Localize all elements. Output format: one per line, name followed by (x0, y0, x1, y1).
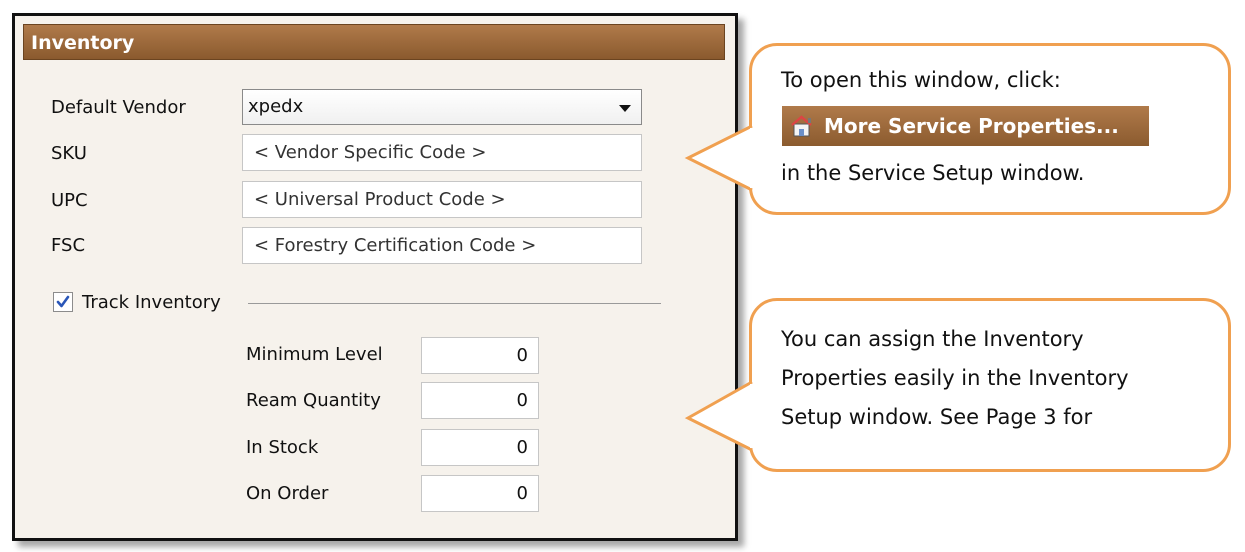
upc-label: UPC (51, 190, 88, 211)
default-vendor-label: Default Vendor (51, 97, 186, 118)
inventory-panel: Inventory Default Vendor xpedx SKU < Ven… (12, 13, 738, 541)
on-order-label: On Order (246, 483, 329, 504)
callout-top-pointer (684, 124, 756, 192)
ream-quantity-input[interactable]: 0 (421, 382, 539, 419)
callout-top: To open this window, click: More Service… (749, 43, 1231, 215)
in-stock-input[interactable]: 0 (421, 429, 539, 466)
minimum-level-label: Minimum Level (246, 344, 383, 365)
dropdown-arrow-icon[interactable] (619, 105, 631, 112)
more-service-properties-button: More Service Properties... (782, 106, 1149, 146)
fsc-input[interactable]: < Forestry Certification Code > (242, 227, 642, 264)
callout-bottom: You can assign the Inventory Properties … (749, 298, 1231, 472)
ream-quantity-label: Ream Quantity (246, 390, 381, 411)
on-order-input[interactable]: 0 (421, 475, 539, 512)
sku-input[interactable]: < Vendor Specific Code > (242, 134, 642, 171)
callout-top-line3: in the Service Setup window. (781, 161, 1085, 185)
upc-input[interactable]: < Universal Product Code > (242, 181, 642, 218)
fsc-placeholder: < Forestry Certification Code > (254, 235, 537, 256)
callout-bottom-line1: You can assign the Inventory (781, 327, 1084, 351)
section-divider (248, 303, 661, 304)
house-icon (791, 115, 812, 137)
panel-title: Inventory (23, 24, 725, 60)
upc-placeholder: < Universal Product Code > (254, 189, 506, 210)
minimum-level-input[interactable]: 0 (421, 337, 539, 374)
default-vendor-select[interactable]: xpedx (242, 89, 642, 125)
more-service-properties-label: More Service Properties... (824, 114, 1119, 138)
checkmark-icon (56, 295, 70, 308)
default-vendor-value: xpedx (248, 96, 304, 117)
callout-top-line1: To open this window, click: (781, 68, 1061, 92)
sku-placeholder: < Vendor Specific Code > (254, 142, 487, 163)
track-inventory-checkbox[interactable] (53, 292, 73, 312)
callout-bottom-line2: Properties easily in the Inventory (781, 366, 1129, 390)
in-stock-label: In Stock (246, 437, 319, 458)
callout-bottom-line3: Setup window. See Page 3 for (781, 405, 1093, 429)
fsc-label: FSC (51, 235, 86, 256)
track-inventory-label[interactable]: Track Inventory (82, 292, 221, 313)
callout-bottom-pointer (684, 380, 756, 452)
sku-label: SKU (51, 143, 87, 164)
